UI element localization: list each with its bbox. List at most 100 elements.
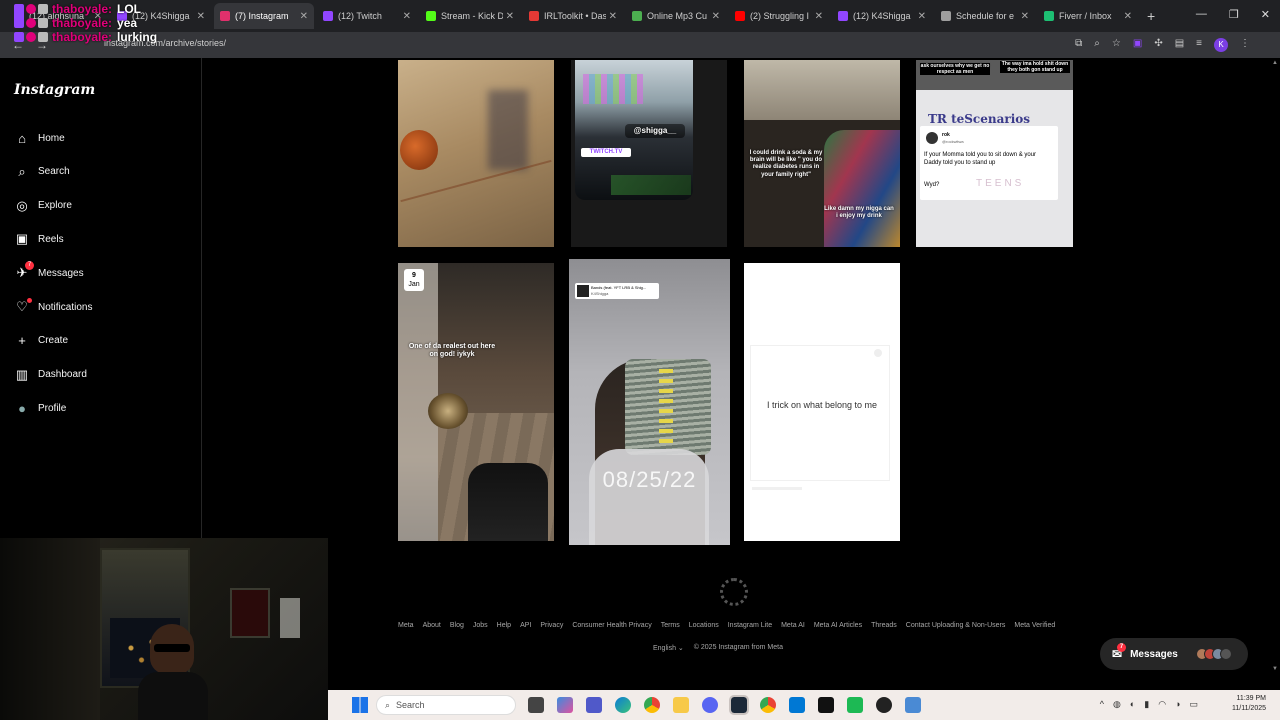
footer-link[interactable]: Consumer Health Privacy: [572, 622, 651, 629]
tab-close-icon[interactable]: ✕: [815, 11, 823, 22]
capcut-icon[interactable]: [818, 697, 834, 713]
sidepanel-icon[interactable]: ▤: [1175, 38, 1184, 52]
story-tile[interactable]: Bands (feat. YFT LRB & Shig... K4Shigga …: [569, 259, 730, 545]
footer-link[interactable]: Threads: [871, 622, 897, 629]
tab-close-icon[interactable]: ✕: [403, 11, 411, 22]
nav-item-profile[interactable]: ● Profile: [14, 400, 66, 416]
story-tile[interactable]: I could drink a soda & my brain will be …: [744, 60, 900, 247]
nav-item-reels[interactable]: ▣ Reels: [14, 231, 64, 247]
close-window-icon[interactable]: ✕: [1261, 8, 1270, 21]
tab-close-icon[interactable]: ✕: [197, 11, 205, 22]
menu-list-icon[interactable]: ≡: [1196, 38, 1202, 52]
steam-icon[interactable]: [729, 695, 749, 715]
extensions-icon[interactable]: ✣: [1154, 38, 1162, 52]
avatar-icon: ●: [18, 400, 26, 416]
copilot-icon[interactable]: [557, 697, 573, 713]
nav-item-dashboard[interactable]: ▥ Dashboard: [14, 367, 87, 383]
footer-link[interactable]: Meta AI Articles: [814, 622, 862, 629]
taskbar-clock[interactable]: 11:39 PM 11/11/2025: [1232, 694, 1266, 714]
nav-item-explore[interactable]: ◎ Explore: [14, 198, 72, 214]
footer-link[interactable]: Instagram Lite: [728, 622, 772, 629]
browser-tab[interactable]: (12) Twitch ✕: [317, 3, 417, 29]
install-app-icon[interactable]: ⧉: [1075, 38, 1082, 52]
browser-tab[interactable]: Fiverr / Inbox ✕: [1038, 3, 1138, 29]
chrome-alt-icon[interactable]: [760, 697, 776, 713]
spotify-icon[interactable]: [847, 697, 863, 713]
chrome-icon[interactable]: [644, 697, 660, 713]
footer-link[interactable]: Contact Uploading & Non-Users: [906, 622, 1006, 629]
scroll-up-icon[interactable]: ▲: [1272, 60, 1278, 66]
story-tile[interactable]: I trick on what belong to me: [744, 263, 900, 541]
page-scrollbar[interactable]: ▲ ▼: [1272, 60, 1278, 680]
footer-link[interactable]: Blog: [450, 622, 464, 629]
browser-tab[interactable]: Online Mp3 Cu ✕: [626, 3, 726, 29]
footer-link[interactable]: API: [520, 622, 531, 629]
heart-icon: ♡: [14, 298, 32, 315]
edge-icon[interactable]: [615, 697, 631, 713]
nav-item-search[interactable]: ⌕ Search: [14, 164, 69, 180]
bookmark-star-icon[interactable]: ☆: [1112, 38, 1121, 52]
nav-item-messages[interactable]: ✈ 7 Messages: [14, 261, 84, 281]
taskbar-search[interactable]: ⌕ Search: [376, 695, 516, 715]
speaker-icon[interactable]: ◑: [1175, 699, 1180, 710]
nav-item-create[interactable]: + Create: [14, 333, 68, 349]
footer-link[interactable]: Meta: [398, 622, 414, 629]
footer-link[interactable]: Locations: [689, 622, 719, 629]
story-tile[interactable]: @shigga__ TWITCH.TV: [571, 60, 727, 247]
footer-link[interactable]: Meta Verified: [1014, 622, 1055, 629]
footer-link[interactable]: Meta AI: [781, 622, 805, 629]
network-icon[interactable]: ◍: [1113, 699, 1121, 710]
maximize-icon[interactable]: ❐: [1229, 8, 1239, 21]
wifi-icon[interactable]: ◠: [1158, 699, 1166, 710]
browser-tab[interactable]: Stream - Kick D ✕: [420, 3, 520, 29]
minimize-icon[interactable]: —: [1196, 8, 1207, 21]
app-window-icon[interactable]: [905, 697, 921, 713]
profile-avatar[interactable]: K: [1214, 38, 1228, 52]
footer-link[interactable]: Help: [497, 622, 511, 629]
tab-close-icon[interactable]: ✕: [609, 11, 617, 22]
zoom-icon[interactable]: ⌕: [1094, 38, 1100, 52]
footer-link[interactable]: Terms: [661, 622, 680, 629]
tab-close-icon[interactable]: ✕: [300, 11, 308, 22]
file-explorer-icon[interactable]: [673, 697, 689, 713]
tab-close-icon[interactable]: ✕: [1021, 11, 1029, 22]
tab-close-icon[interactable]: ✕: [712, 11, 720, 22]
date-day: 9: [412, 272, 416, 279]
browser-tab[interactable]: (12) K4Shigga ✕: [832, 3, 932, 29]
battery-icon[interactable]: ▭: [1189, 699, 1198, 710]
footer-link[interactable]: About: [423, 622, 441, 629]
footer-link[interactable]: Privacy: [540, 622, 563, 629]
footer-link[interactable]: Jobs: [473, 622, 488, 629]
story-tile[interactable]: 9 Jan One of da realest out here on god!…: [398, 263, 554, 541]
nav-label: Reels: [38, 233, 64, 245]
browser-tab[interactable]: Schedule for e ✕: [935, 3, 1035, 29]
scroll-down-icon[interactable]: ▼: [1272, 666, 1278, 672]
teams-icon[interactable]: [586, 697, 602, 713]
tab-close-icon[interactable]: ✕: [506, 11, 514, 22]
tab-close-icon[interactable]: ✕: [918, 11, 926, 22]
story-tile[interactable]: [398, 60, 554, 247]
twitch-extension-icon[interactable]: ▣: [1133, 38, 1142, 52]
browser-tab[interactable]: (7) Instagram ✕: [214, 3, 314, 29]
nav-item-home[interactable]: ⌂ Home: [14, 130, 65, 146]
more-menu-icon[interactable]: ⋮: [1240, 38, 1250, 52]
browser-tab[interactable]: (2) Struggling I ✕: [729, 3, 829, 29]
chevron-up-icon[interactable]: ^: [1100, 699, 1104, 710]
sub-badge-icon: [38, 18, 48, 28]
story-tile[interactable]: ask ourselves why we get no respect as m…: [916, 60, 1073, 247]
mic-icon[interactable]: ▮: [1144, 699, 1149, 710]
language-selector[interactable]: English ⌄: [653, 644, 684, 652]
instagram-logo[interactable]: Instagram: [14, 82, 95, 98]
windows-start-icon[interactable]: [352, 697, 368, 713]
browser-tab[interactable]: IRLToolkit • Das ✕: [523, 3, 623, 29]
task-view-icon[interactable]: [528, 697, 544, 713]
discord-icon[interactable]: [702, 697, 718, 713]
tab-close-icon[interactable]: ✕: [1124, 11, 1132, 22]
new-tab-icon[interactable]: +: [1147, 8, 1155, 24]
nav-item-notifications[interactable]: ♡ Notifications: [14, 298, 92, 315]
tweet-reply: Wyd?: [924, 182, 940, 188]
obs-icon[interactable]: [876, 697, 892, 713]
volume-icon[interactable]: ◐: [1130, 699, 1135, 710]
store-icon[interactable]: [789, 697, 805, 713]
messages-pill[interactable]: ✉ 7 Messages: [1100, 638, 1248, 670]
